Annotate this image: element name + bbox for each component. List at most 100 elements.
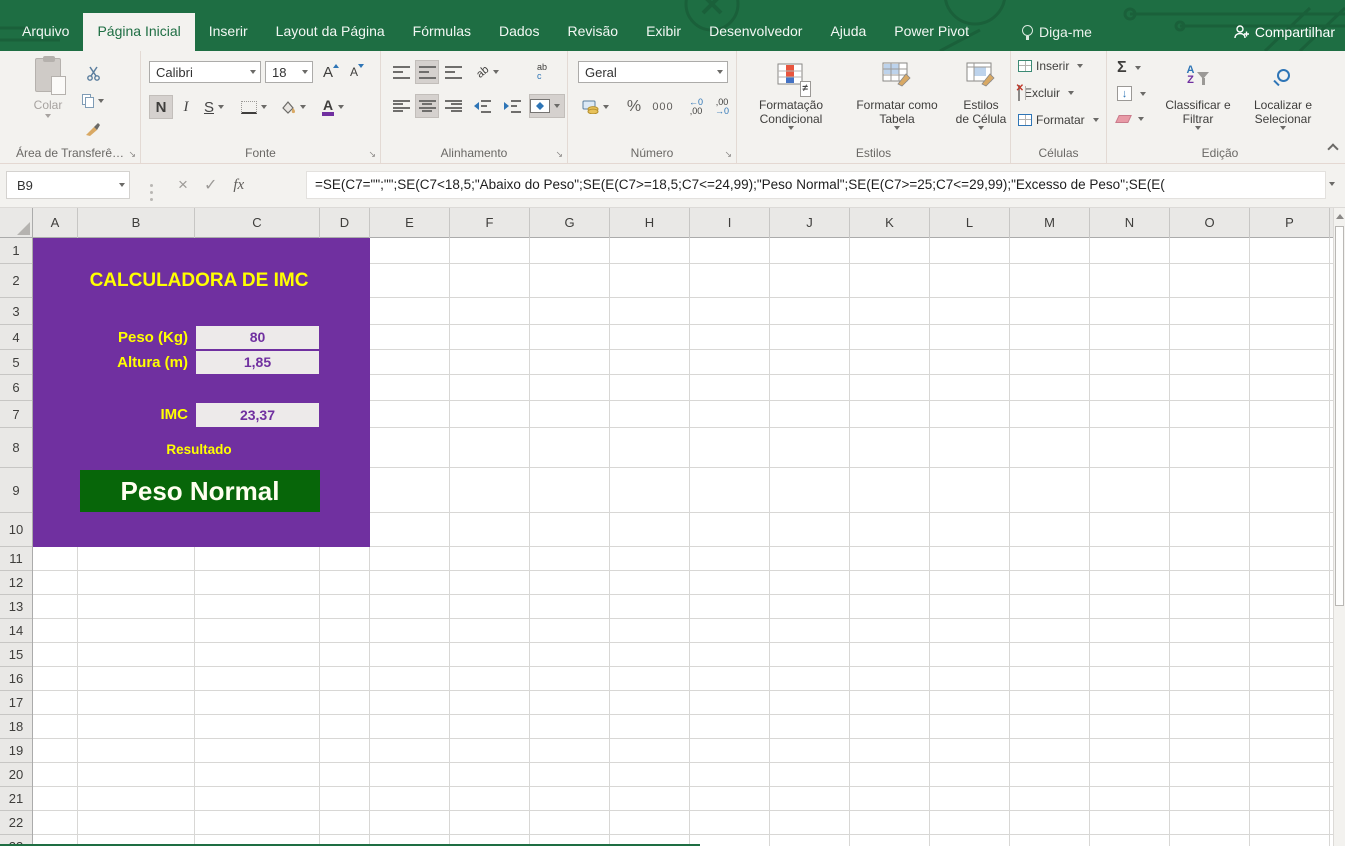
- row-header-15[interactable]: 15: [0, 643, 32, 667]
- sort-filter-button[interactable]: AZ Classificar e Filtrar: [1159, 55, 1237, 130]
- column-header-A[interactable]: A: [33, 208, 78, 238]
- number-dialog-launcher[interactable]: ↘: [724, 150, 732, 159]
- find-select-button[interactable]: Localizar e Selecionar: [1241, 55, 1325, 130]
- name-box[interactable]: B9: [6, 171, 130, 199]
- format-painter-button[interactable]: [80, 117, 106, 141]
- autosum-button[interactable]: Σ: [1117, 59, 1145, 77]
- tab-inserir[interactable]: Inserir: [195, 13, 262, 51]
- tab-ajuda[interactable]: Ajuda: [816, 13, 880, 51]
- select-all-corner[interactable]: [0, 208, 33, 238]
- tab-dados[interactable]: Dados: [485, 13, 553, 51]
- column-header-L[interactable]: L: [930, 208, 1010, 238]
- accounting-format-button[interactable]: [578, 95, 616, 119]
- row-header-7[interactable]: 7: [0, 401, 32, 428]
- tab-layout-da-p-gina[interactable]: Layout da Página: [262, 13, 399, 51]
- tab-exibir[interactable]: Exibir: [632, 13, 695, 51]
- align-top-button[interactable]: [389, 60, 413, 84]
- align-middle-button[interactable]: [415, 60, 439, 84]
- enter-icon[interactable]: ✓: [204, 175, 217, 195]
- decrease-decimal-button[interactable]: ,00 →0: [710, 95, 734, 119]
- fill-color-button[interactable]: [277, 95, 313, 119]
- formula-input[interactable]: =SE(C7="";"";SE(C7<18,5;"Abaixo do Peso"…: [306, 171, 1326, 199]
- row-header-20[interactable]: 20: [0, 763, 32, 787]
- share-button[interactable]: Compartilhar: [1233, 13, 1335, 51]
- column-header-N[interactable]: N: [1090, 208, 1170, 238]
- row-header-11[interactable]: 11: [0, 547, 32, 571]
- underline-button[interactable]: S: [199, 95, 233, 119]
- align-center-button[interactable]: [415, 94, 439, 118]
- row-header-18[interactable]: 18: [0, 715, 32, 739]
- merge-center-button[interactable]: [529, 94, 565, 118]
- italic-button[interactable]: I: [175, 95, 197, 119]
- bold-button[interactable]: N: [149, 95, 173, 119]
- row-header-10[interactable]: 10: [0, 513, 32, 547]
- align-bottom-button[interactable]: [441, 60, 465, 84]
- tell-me-button[interactable]: Diga-me: [1022, 13, 1092, 51]
- clear-button[interactable]: [1117, 115, 1148, 123]
- row-header-17[interactable]: 17: [0, 691, 32, 715]
- align-right-button[interactable]: [441, 94, 465, 118]
- cell-styles-button[interactable]: Estilos de Célula: [955, 55, 1007, 130]
- row-header-16[interactable]: 16: [0, 667, 32, 691]
- tab-p-gina-inicial[interactable]: Página Inicial: [83, 13, 194, 51]
- column-header-H[interactable]: H: [610, 208, 690, 238]
- row-header-1[interactable]: 1: [0, 238, 32, 264]
- column-header-G[interactable]: G: [530, 208, 610, 238]
- shrink-font-button[interactable]: A: [345, 60, 369, 84]
- cancel-icon[interactable]: ×: [178, 175, 188, 195]
- column-header-D[interactable]: D: [320, 208, 370, 238]
- format-as-table-button[interactable]: Formatar como Tabela: [843, 55, 951, 130]
- column-header-J[interactable]: J: [770, 208, 850, 238]
- decrease-indent-button[interactable]: [469, 94, 495, 118]
- height-value-cell[interactable]: 1,85: [196, 351, 319, 374]
- grow-font-button[interactable]: A: [319, 60, 343, 84]
- column-header-F[interactable]: F: [450, 208, 530, 238]
- row-header-3[interactable]: 3: [0, 298, 32, 325]
- row-header-5[interactable]: 5: [0, 350, 32, 375]
- column-header-B[interactable]: B: [78, 208, 195, 238]
- comma-style-button[interactable]: 000: [648, 95, 678, 119]
- borders-button[interactable]: [239, 95, 273, 119]
- wrap-text-button[interactable]: ab c: [527, 60, 557, 84]
- row-header-4[interactable]: 4: [0, 325, 32, 350]
- tab-revis-o[interactable]: Revisão: [553, 13, 632, 51]
- insert-cells-button[interactable]: Inserir: [1018, 59, 1087, 73]
- font-name-combo[interactable]: Calibri: [149, 61, 261, 83]
- fill-button[interactable]: ↓: [1117, 86, 1150, 101]
- insert-function-icon[interactable]: fx: [233, 177, 244, 194]
- font-color-button[interactable]: A: [317, 95, 353, 119]
- conditional-formatting-button[interactable]: ≠ Formatação Condicional: [743, 55, 839, 130]
- scroll-up-icon[interactable]: [1336, 214, 1344, 219]
- increase-decimal-button[interactable]: ←0 ,00: [684, 95, 708, 119]
- row-header-19[interactable]: 19: [0, 739, 32, 763]
- imc-value-cell[interactable]: 23,37: [196, 403, 319, 427]
- row-header-9[interactable]: 9: [0, 468, 32, 513]
- number-format-combo[interactable]: Geral: [578, 61, 728, 83]
- column-header-M[interactable]: M: [1010, 208, 1090, 238]
- row-header-14[interactable]: 14: [0, 619, 32, 643]
- tab-arquivo[interactable]: Arquivo: [8, 13, 83, 51]
- row-header-8[interactable]: 8: [0, 428, 32, 468]
- orientation-button[interactable]: ab: [473, 60, 507, 84]
- align-left-button[interactable]: [389, 94, 413, 118]
- row-header-22[interactable]: 22: [0, 811, 32, 835]
- paste-button[interactable]: Colar: [22, 55, 74, 118]
- weight-value-cell[interactable]: 80: [196, 326, 319, 349]
- row-header-21[interactable]: 21: [0, 787, 32, 811]
- format-cells-button[interactable]: Formatar: [1018, 113, 1103, 127]
- row-header-12[interactable]: 12: [0, 571, 32, 595]
- scrollbar-thumb[interactable]: [1335, 226, 1344, 606]
- percent-style-button[interactable]: %: [622, 95, 646, 119]
- tab-desenvolvedor[interactable]: Desenvolvedor: [695, 13, 816, 51]
- tab-power-pivot[interactable]: Power Pivot: [880, 13, 983, 51]
- column-header-K[interactable]: K: [850, 208, 930, 238]
- cut-button[interactable]: [80, 61, 106, 85]
- font-dialog-launcher[interactable]: ↘: [368, 150, 376, 159]
- column-header-C[interactable]: C: [195, 208, 320, 238]
- font-size-combo[interactable]: 18: [265, 61, 313, 83]
- row-header-2[interactable]: 2: [0, 264, 32, 298]
- column-header-O[interactable]: O: [1170, 208, 1250, 238]
- formula-bar-splitter[interactable]: [150, 191, 153, 194]
- clipboard-dialog-launcher[interactable]: ↘: [128, 150, 136, 159]
- delete-cells-button[interactable]: ✕ Excluir: [1018, 86, 1078, 100]
